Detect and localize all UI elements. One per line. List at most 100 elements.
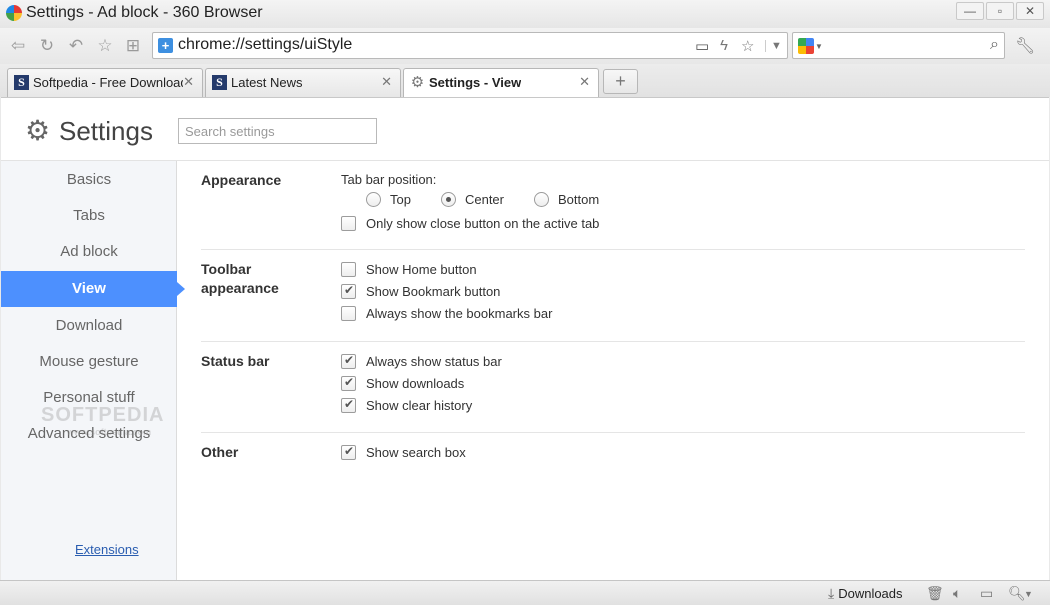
reload-icon[interactable]: ↻: [37, 36, 57, 56]
extensions-link[interactable]: Extensions: [75, 542, 139, 557]
minimize-button[interactable]: —: [956, 2, 984, 20]
always-show-status-bar-option[interactable]: Always show status bar: [341, 352, 502, 370]
tab-label: Softpedia - Free Download: [33, 75, 183, 90]
checkbox-label: Show Home button: [366, 261, 477, 277]
address-bar[interactable]: + chrome://settings/uiStyle ▭ ϟ ☆ ▼: [152, 32, 788, 59]
settings-page: ⚙ Settings Basics Tabs Ad block View Dow…: [1, 97, 1049, 581]
sidebar-item-view[interactable]: View: [1, 271, 185, 307]
screen-icon[interactable]: ▭: [980, 585, 993, 602]
softpedia-watermark: SOFTPEDIA www.softpedia.com: [41, 404, 164, 437]
window-controls: — ▫ ✕: [956, 2, 1044, 20]
address-dropdown-icon[interactable]: ▼: [765, 40, 782, 52]
radio-button[interactable]: [366, 192, 381, 207]
new-tab-button[interactable]: +: [603, 69, 638, 94]
navigation-toolbar: ⇦ ↻ ↶ ☆ ⊞ + chrome://settings/uiStyle ▭ …: [0, 28, 1050, 64]
radio-label: Bottom: [558, 192, 600, 207]
downloads-button[interactable]: ⤓ Downloads: [828, 585, 903, 602]
checkbox-label: Show search box: [366, 444, 466, 460]
checkbox-label: Show downloads: [366, 375, 465, 391]
checkbox[interactable]: [341, 215, 356, 231]
section-other: Other Show search box: [201, 433, 1025, 483]
bookmark-star-icon[interactable]: ☆: [741, 37, 754, 55]
close-button-active-tab-option[interactable]: Only show close button on the active tab: [341, 214, 599, 232]
search-settings-input[interactable]: [178, 118, 377, 144]
speaker-icon[interactable]: 🔈︎: [953, 585, 961, 602]
close-window-button[interactable]: ✕: [1016, 2, 1044, 20]
chevron-down-icon[interactable]: ▼: [815, 42, 823, 51]
checkbox[interactable]: [341, 261, 356, 277]
search-engine-icon[interactable]: [798, 38, 814, 54]
lightning-icon[interactable]: ϟ: [720, 37, 728, 54]
checkbox[interactable]: [341, 283, 356, 299]
undo-close-icon[interactable]: ↶: [66, 36, 86, 56]
tab-softpedia[interactable]: S Softpedia - Free Download ✕: [7, 68, 203, 97]
address-url[interactable]: chrome://settings/uiStyle: [178, 36, 352, 54]
gear-icon: ⚙: [25, 115, 51, 146]
wrench-menu-icon[interactable]: 🔧︎: [1015, 36, 1035, 56]
tab-settings-view[interactable]: ⚙ Settings - View ✕: [403, 68, 599, 98]
maximize-button[interactable]: ▫: [986, 2, 1014, 20]
checkbox[interactable]: [341, 353, 356, 369]
status-bar: ⤓ Downloads 🗑︎ 🔈︎ ▭ 🔍︎ ▼: [0, 580, 1050, 605]
trash-icon[interactable]: 🗑︎: [926, 585, 944, 602]
show-search-box-option[interactable]: Show search box: [341, 443, 466, 461]
section-title: Status bar: [201, 353, 270, 369]
tab-bar-position-radios: Top Center Bottom: [366, 192, 629, 207]
sidebar-item-ad-block[interactable]: Ad block: [1, 234, 177, 270]
sidebar-item-download[interactable]: Download: [1, 308, 177, 344]
search-box[interactable]: ▼ ⌕: [792, 32, 1005, 59]
section-title: Appearance: [201, 172, 282, 188]
radio-top[interactable]: Top: [366, 192, 411, 207]
radio-button[interactable]: [440, 192, 456, 207]
browser-logo-icon: [6, 5, 22, 21]
page-title: Settings: [59, 116, 153, 146]
chevron-down-icon[interactable]: ▼: [1024, 589, 1033, 599]
close-tab-icon[interactable]: ✕: [381, 74, 392, 90]
adblock-icon[interactable]: ▭: [695, 37, 709, 55]
radio-center[interactable]: Center: [440, 192, 504, 207]
checkbox-label: Only show close button on the active tab: [366, 215, 600, 231]
show-downloads-option[interactable]: Show downloads: [341, 374, 464, 392]
checkbox-label: Always show the bookmarks bar: [366, 305, 553, 321]
checkbox-label: Show clear history: [366, 397, 473, 413]
watermark-sub: www.softpedia.com: [67, 427, 152, 437]
show-bookmark-button-option[interactable]: Show Bookmark button: [341, 282, 500, 300]
section-toolbar-appearance: Toolbar appearance Show Home button Show…: [201, 250, 1025, 342]
radio-bottom[interactable]: Bottom: [534, 192, 599, 207]
softpedia-favicon-icon: S: [212, 75, 227, 90]
tab-latest-news[interactable]: S Latest News ✕: [205, 68, 401, 97]
downloads-label: Downloads: [838, 586, 903, 601]
section-title: Other: [201, 444, 239, 460]
checkbox[interactable]: [341, 444, 356, 460]
softpedia-favicon-icon: S: [14, 75, 29, 90]
sidebar-item-basics[interactable]: Basics: [1, 162, 177, 198]
search-icon[interactable]: ⌕: [990, 36, 999, 54]
always-show-bookmarks-bar-option[interactable]: Always show the bookmarks bar: [341, 304, 552, 322]
window-title: Settings - Ad block - 360 Browser: [26, 4, 263, 21]
checkbox[interactable]: [341, 375, 356, 391]
favorite-star-icon[interactable]: ☆: [95, 36, 115, 56]
checkbox-label: Show Bookmark button: [366, 283, 501, 299]
show-clear-history-option[interactable]: Show clear history: [341, 396, 472, 414]
close-tab-icon[interactable]: ✕: [579, 74, 590, 90]
settings-content: Appearance Tab bar position: Top Center …: [178, 161, 1049, 581]
gear-icon: ⚙: [410, 73, 425, 91]
back-arrow-icon[interactable]: ⇦: [8, 36, 28, 56]
show-home-button-option[interactable]: Show Home button: [341, 260, 477, 278]
radio-label: Top: [390, 192, 411, 207]
section-appearance: Appearance Tab bar position: Top Center …: [201, 161, 1025, 250]
checkbox[interactable]: [341, 397, 356, 413]
radio-button[interactable]: [534, 192, 549, 207]
checkbox[interactable]: [341, 305, 356, 321]
radio-label: Center: [464, 192, 504, 207]
apps-grid-icon[interactable]: ⊞: [123, 36, 143, 56]
download-icon: ⤓: [828, 585, 835, 601]
settings-header: ⚙ Settings: [1, 98, 1049, 161]
checkbox-label: Always show status bar: [366, 353, 502, 369]
title-bar: Settings - Ad block - 360 Browser — ▫ ✕: [0, 0, 1050, 28]
watermark-text: SOFTPEDIA: [41, 404, 165, 426]
sidebar-item-tabs[interactable]: Tabs: [1, 198, 177, 234]
sidebar-item-mouse-gesture[interactable]: Mouse gesture: [1, 344, 177, 380]
section-title: Toolbar appearance: [201, 261, 279, 296]
close-tab-icon[interactable]: ✕: [183, 74, 194, 90]
